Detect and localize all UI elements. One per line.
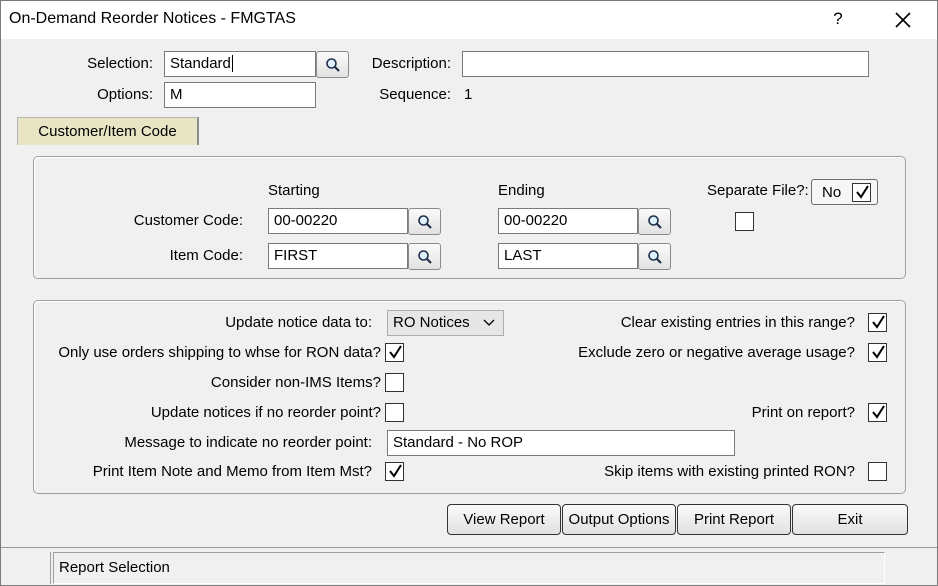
separate-file-value: No xyxy=(822,184,842,201)
description-label: Description: xyxy=(371,55,451,72)
checkmark-icon xyxy=(389,464,402,478)
status-bar: Report Selection xyxy=(1,547,937,585)
ending-header: Ending xyxy=(498,182,545,199)
magnifier-icon xyxy=(418,250,432,264)
separate-file-toggle[interactable]: No xyxy=(811,179,878,205)
customer-code-end-lookup[interactable] xyxy=(638,208,671,235)
item-code-end-input[interactable]: LAST xyxy=(498,243,638,269)
update-no-rop-label: Update notices if no reorder point? xyxy=(150,404,381,421)
print-on-report-checkbox[interactable] xyxy=(868,403,887,422)
customer-code-end-input[interactable]: 00-00220 xyxy=(498,208,638,234)
output-options-button[interactable]: Output Options xyxy=(562,504,676,535)
selection-label: Selection: xyxy=(87,55,153,72)
item-code-start-input[interactable]: FIRST xyxy=(268,243,408,269)
magnifier-icon xyxy=(648,250,662,264)
only-use-orders-checkbox[interactable] xyxy=(385,343,404,362)
status-pane-left xyxy=(3,552,51,584)
customer-extra-checkbox[interactable] xyxy=(735,212,754,231)
message-no-rop-label: Message to indicate no reorder point: xyxy=(124,434,372,451)
only-use-orders-label: Only use orders shipping to whse for RON… xyxy=(58,344,381,361)
checkmark-icon xyxy=(872,345,885,359)
title-bar: On-Demand Reorder Notices - FMGTAS ? xyxy=(1,1,937,39)
item-code-start-lookup[interactable] xyxy=(408,243,441,270)
customer-code-start-lookup[interactable] xyxy=(408,208,441,235)
status-text: Report Selection xyxy=(53,552,885,584)
magnifier-icon xyxy=(326,58,340,72)
options-label: Options: xyxy=(97,86,153,103)
options-input[interactable]: M xyxy=(164,82,316,108)
chevron-down-icon xyxy=(483,313,495,341)
customer-code-start-input[interactable]: 00-00220 xyxy=(268,208,408,234)
update-notice-label: Update notice data to: xyxy=(225,314,372,331)
starting-header: Starting xyxy=(268,182,320,199)
item-code-end-lookup[interactable] xyxy=(638,243,671,270)
sequence-label: Sequence: xyxy=(379,86,451,103)
print-item-note-checkbox[interactable] xyxy=(385,462,404,481)
magnifier-icon xyxy=(648,215,662,229)
customer-code-label: Customer Code: xyxy=(133,212,243,229)
app-window: On-Demand Reorder Notices - FMGTAS ? Sel… xyxy=(0,0,938,586)
skip-items-label: Skip items with existing printed RON? xyxy=(604,463,855,480)
print-item-note-label: Print Item Note and Memo from Item Mst? xyxy=(92,463,372,480)
consider-non-ims-label: Consider non-IMS Items? xyxy=(210,374,381,391)
print-report-button[interactable]: Print Report xyxy=(677,504,791,535)
print-on-report-label: Print on report? xyxy=(751,404,855,421)
consider-non-ims-checkbox[interactable] xyxy=(385,373,404,392)
sequence-value: 1 xyxy=(464,86,473,103)
help-button[interactable]: ? xyxy=(828,9,848,29)
view-report-button[interactable]: View Report xyxy=(447,504,561,535)
magnifier-icon xyxy=(418,215,432,229)
item-code-label: Item Code: xyxy=(169,247,243,264)
description-input[interactable] xyxy=(462,51,869,77)
separate-file-label: Separate File?: xyxy=(707,182,809,199)
checkmark-icon xyxy=(872,405,885,419)
close-icon xyxy=(895,12,911,28)
selection-input[interactable]: Standard xyxy=(164,51,316,77)
exclude-zero-checkbox[interactable] xyxy=(868,343,887,362)
checkmark-icon xyxy=(856,185,869,199)
update-notice-select[interactable]: RO Notices xyxy=(387,310,504,336)
clear-existing-checkbox[interactable] xyxy=(868,313,887,332)
close-button[interactable] xyxy=(889,5,917,35)
checkmark-icon xyxy=(872,315,885,329)
exit-button[interactable]: Exit xyxy=(792,504,908,535)
window-title: On-Demand Reorder Notices - FMGTAS xyxy=(9,10,296,27)
update-no-rop-checkbox[interactable] xyxy=(385,403,404,422)
skip-items-checkbox[interactable] xyxy=(868,462,887,481)
selection-lookup-button[interactable] xyxy=(316,51,349,78)
exclude-zero-label: Exclude zero or negative average usage? xyxy=(578,344,855,361)
separate-file-checkbox[interactable] xyxy=(852,183,871,202)
tab-customer-item-code[interactable]: Customer/Item Code xyxy=(17,117,199,145)
checkmark-icon xyxy=(389,345,402,359)
message-no-rop-input[interactable]: Standard - No ROP xyxy=(387,430,735,456)
clear-existing-label: Clear existing entries in this range? xyxy=(620,314,855,331)
